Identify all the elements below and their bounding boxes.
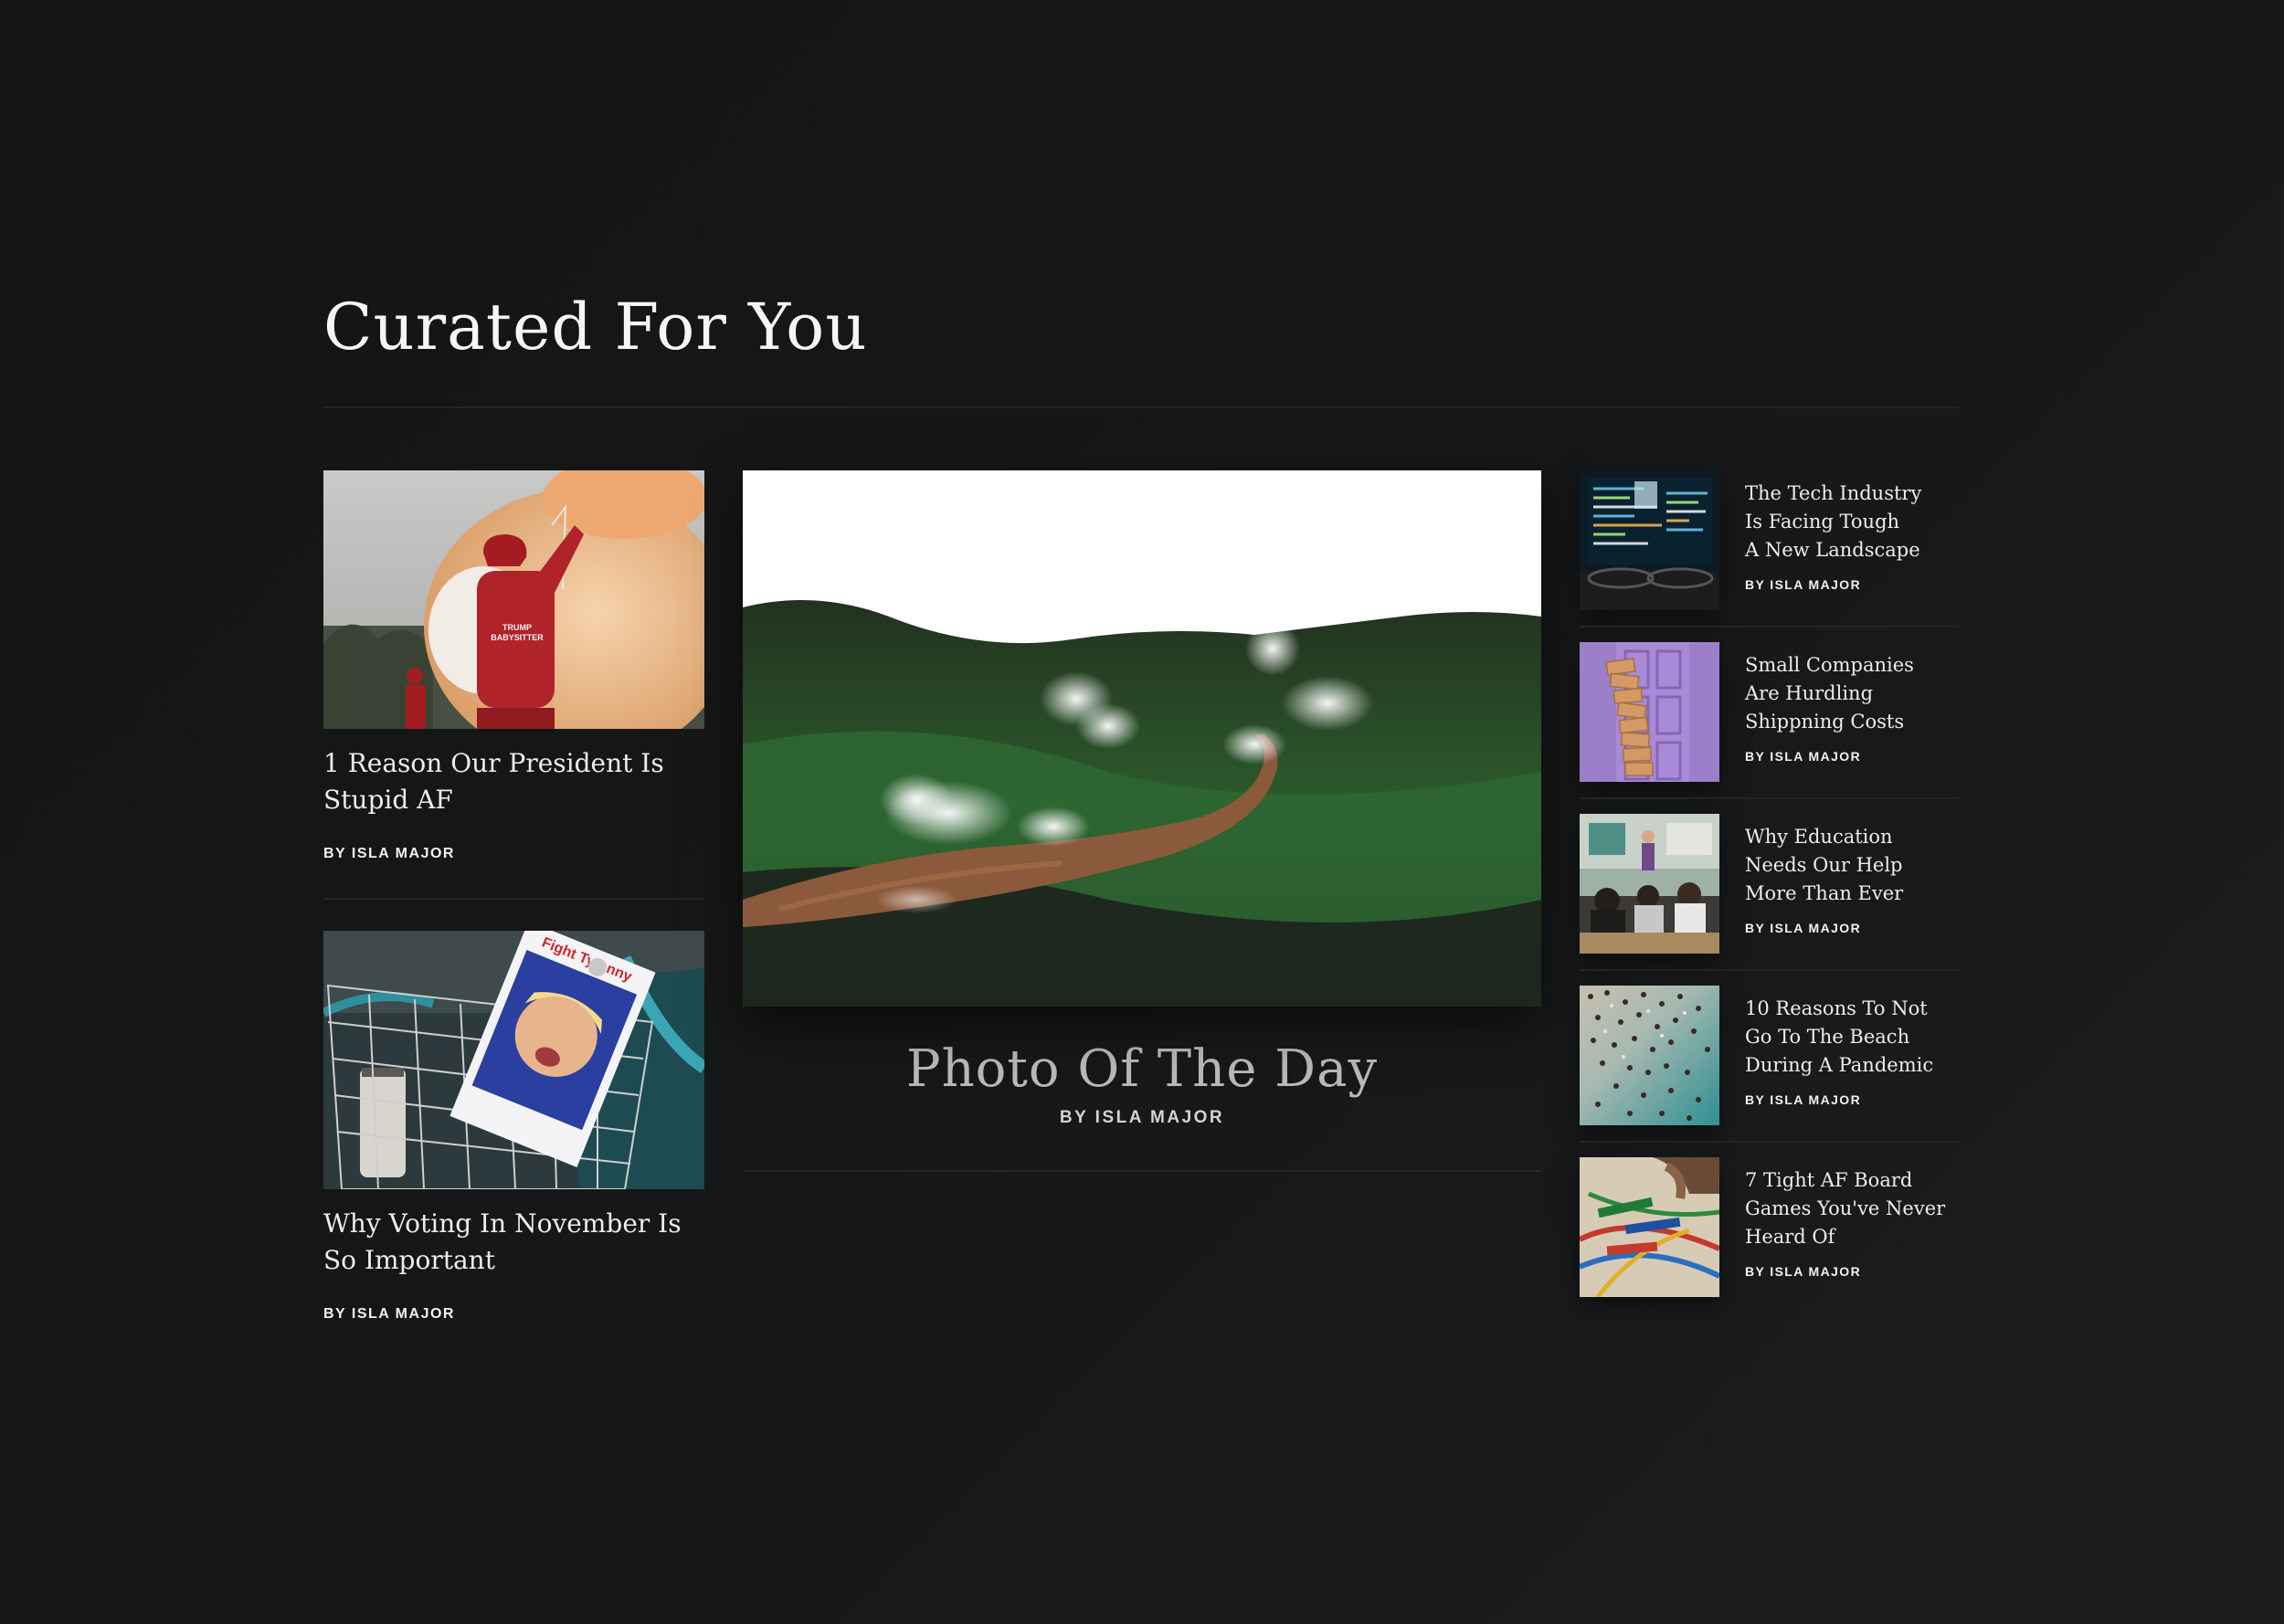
side-article-item[interactable]: The Tech Industry Is Facing Tough A New …	[1580, 470, 1959, 642]
side-headline[interactable]: 10 Reasons To Not Go To The Beach During…	[1745, 995, 1961, 1080]
side-byline: BY ISLA MAJOR	[1745, 1264, 1862, 1279]
featured-byline: BY ISLA MAJOR	[1059, 1108, 1225, 1127]
left-article-card[interactable]: Fight Tyranny Why Voting In November Is …	[323, 931, 704, 1323]
article-byline: BY ISLA MAJOR	[323, 1306, 455, 1322]
featured-title[interactable]: Photo Of The Day	[743, 1039, 1541, 1099]
side-headline[interactable]: Why Education Needs Our Help More Than E…	[1745, 823, 1961, 908]
side-article-item[interactable]: 10 Reasons To Not Go To The Beach During…	[1580, 986, 1959, 1157]
side-headline[interactable]: The Tech Industry Is Facing Tough A New …	[1745, 480, 1961, 564]
side-byline: BY ISLA MAJOR	[1745, 749, 1862, 764]
side-divider	[1580, 626, 1959, 627]
side-byline: BY ISLA MAJOR	[1745, 921, 1862, 935]
side-divider	[1580, 1141, 1959, 1143]
svg-text:BABYSITTER: BABYSITTER	[491, 633, 544, 642]
side-article-item[interactable]: Why Education Needs Our Help More Than E…	[1580, 814, 1959, 986]
curated-page: Curated For You TRUMP BABYSITTER 1 Reaso…	[0, 0, 2284, 1624]
title-divider	[323, 406, 1959, 408]
featured-divider	[743, 1170, 1541, 1172]
crowded-beach-photo[interactable]	[1580, 986, 1719, 1125]
article-headline[interactable]: 1 Reason Our President Is Stupid AF	[323, 745, 704, 818]
side-divider	[1580, 969, 1959, 971]
side-article-item[interactable]: 7 Tight AF Board Games You've Never Hear…	[1580, 1157, 1959, 1329]
red-jacket-balloon-photo[interactable]: TRUMP BABYSITTER	[323, 470, 704, 729]
jacket-text: TRUMP	[502, 623, 532, 632]
side-article-item[interactable]: Small Companies Are Hurdling Shippning C…	[1580, 642, 1959, 814]
code-monitor-photo[interactable]	[1580, 470, 1719, 610]
side-byline: BY ISLA MAJOR	[1745, 1092, 1862, 1107]
side-headline[interactable]: Small Companies Are Hurdling Shippning C…	[1745, 651, 1961, 736]
section-title: Curated For You	[323, 290, 868, 364]
board-game-photo[interactable]	[1580, 1157, 1719, 1297]
article-byline: BY ISLA MAJOR	[323, 846, 455, 861]
geothermal-valley-photo[interactable]	[743, 470, 1541, 1007]
side-headline[interactable]: 7 Tight AF Board Games You've Never Hear…	[1745, 1166, 1961, 1251]
classroom-photo[interactable]	[1580, 814, 1719, 954]
side-divider	[1580, 797, 1959, 799]
stacked-boxes-photo[interactable]	[1580, 642, 1719, 782]
left-divider	[323, 898, 704, 900]
side-byline: BY ISLA MAJOR	[1745, 577, 1862, 592]
photo-of-the-day[interactable]: Photo Of The Day BY ISLA MAJOR	[743, 470, 1541, 1128]
left-article-card[interactable]: TRUMP BABYSITTER 1 Reason Our President …	[323, 470, 704, 862]
bike-basket-poster-photo[interactable]: Fight Tyranny	[323, 931, 704, 1189]
article-headline[interactable]: Why Voting In November Is So Important	[323, 1206, 704, 1279]
